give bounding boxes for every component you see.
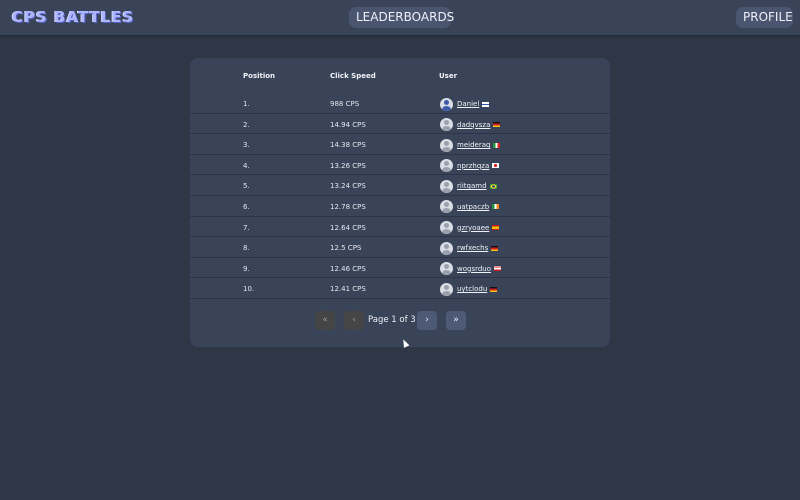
user-profile-link[interactable]: riitqamd <box>457 182 487 190</box>
spain-flag-icon <box>492 225 500 231</box>
row-click-speed: 14.38 CPS <box>330 141 366 150</box>
leaderboard-rows: 1. 988 CPS Daniel 2. 14.94 CPS dadqvsza 3. 14.3… <box>190 93 610 299</box>
germany-flag-icon <box>490 286 498 292</box>
table-row: 8. 12.5 CPS rwfxechs <box>190 237 610 258</box>
row-user: riitqamd <box>440 179 497 193</box>
row-user: uatpaczb <box>440 200 500 214</box>
next-page-button[interactable]: › <box>417 311 437 330</box>
brazil-flag-icon <box>489 183 497 189</box>
row-user: nprzhqza <box>440 159 500 173</box>
user-profile-link[interactable]: wogsrduo <box>457 265 491 273</box>
user-profile-link[interactable]: uatpaczb <box>457 203 489 211</box>
nav-leaderboards-button[interactable]: LEADERBOARDS <box>349 7 454 28</box>
row-click-speed: 14.94 CPS <box>330 120 366 129</box>
first-page-button[interactable]: « <box>315 311 335 330</box>
app-logo[interactable]: CPS BATTLES <box>12 8 134 26</box>
column-header-position: Position <box>243 72 276 80</box>
row-user: Daniel <box>440 97 490 111</box>
table-row: 10. 12.41 CPS uytclodu <box>190 278 610 299</box>
row-position: 1. <box>243 100 250 108</box>
avatar[interactable] <box>440 97 453 111</box>
column-header-click-speed: Click Speed <box>330 72 376 80</box>
row-click-speed: 13.24 CPS <box>330 182 366 191</box>
row-user: uytclodu <box>440 282 498 296</box>
avatar[interactable] <box>440 200 453 214</box>
row-position: 3. <box>243 141 250 150</box>
top-bar: CPS BATTLES LEADERBOARDS PROFILE <box>0 0 800 35</box>
avatar[interactable] <box>440 159 453 173</box>
table-header: Position Click Speed User <box>190 72 610 88</box>
row-position: 8. <box>243 244 250 253</box>
row-click-speed: 12.46 CPS <box>330 264 366 273</box>
row-click-speed: 12.5 CPS <box>330 244 362 253</box>
row-user: rwfxechs <box>440 241 499 255</box>
user-profile-link[interactable]: meideraq <box>457 141 490 149</box>
table-row: 2. 14.94 CPS dadqvsza <box>190 114 610 135</box>
avatar[interactable] <box>440 241 453 255</box>
table-row: 3. 14.38 CPS meideraq <box>190 134 610 155</box>
row-click-speed: 12.78 CPS <box>330 202 366 211</box>
last-page-button[interactable]: » <box>446 311 466 330</box>
usa-flag-icon <box>494 266 502 272</box>
page-indicator: Page 1 of 3 <box>368 315 416 325</box>
row-position: 6. <box>243 202 250 211</box>
previous-page-button[interactable]: ‹ <box>344 311 364 330</box>
row-position: 2. <box>243 120 250 129</box>
row-click-speed: 13.26 CPS <box>330 161 366 170</box>
user-profile-link[interactable]: uytclodu <box>457 285 487 293</box>
user-profile-link[interactable]: nprzhqza <box>457 162 489 170</box>
user-profile-link[interactable]: gzryoaee <box>457 224 489 232</box>
avatar[interactable] <box>440 221 453 235</box>
pagination: « ‹ Page 1 of 3 › » <box>190 311 610 331</box>
user-profile-link[interactable]: rwfxechs <box>457 244 488 252</box>
row-user: dadqvsza <box>440 118 501 132</box>
row-position: 10. <box>243 285 255 294</box>
column-header-user: User <box>439 72 458 80</box>
table-row: 1. 988 CPS Daniel <box>190 93 610 114</box>
avatar[interactable] <box>440 138 453 152</box>
avatar[interactable] <box>440 179 453 193</box>
table-row: 9. 12.46 CPS wogsrduo <box>190 258 610 279</box>
avatar[interactable] <box>440 282 453 296</box>
table-row: 7. 12.64 CPS gzryoaee <box>190 217 610 238</box>
row-user: gzryoaee <box>440 221 500 235</box>
ireland-flag-icon <box>492 204 500 210</box>
row-position: 9. <box>243 264 250 273</box>
avatar[interactable] <box>440 118 453 132</box>
italy-flag-icon <box>493 142 501 148</box>
avatar[interactable] <box>440 262 453 276</box>
row-position: 4. <box>243 161 250 170</box>
table-row: 5. 13.24 CPS riitqamd <box>190 175 610 196</box>
row-position: 7. <box>243 223 250 232</box>
user-profile-link[interactable]: dadqvsza <box>457 121 490 129</box>
row-click-speed: 12.64 CPS <box>330 223 366 232</box>
finland-flag-icon <box>482 101 490 107</box>
table-row: 4. 13.26 CPS nprzhqza <box>190 155 610 176</box>
row-user: wogsrduo <box>440 262 502 276</box>
row-click-speed: 12.41 CPS <box>330 285 366 294</box>
table-row: 6. 12.78 CPS uatpaczb <box>190 196 610 217</box>
user-profile-link[interactable]: Daniel <box>457 100 479 108</box>
germany-flag-icon <box>493 122 501 128</box>
row-position: 5. <box>243 182 250 191</box>
nav-profile-button[interactable]: PROFILE <box>736 7 793 28</box>
row-click-speed: 988 CPS <box>330 100 360 108</box>
germany-flag-icon <box>491 245 499 251</box>
leaderboard-card: Position Click Speed User 1. 988 CPS Danie… <box>190 58 610 347</box>
row-user: meideraq <box>440 138 501 152</box>
japan-flag-icon <box>492 163 500 169</box>
